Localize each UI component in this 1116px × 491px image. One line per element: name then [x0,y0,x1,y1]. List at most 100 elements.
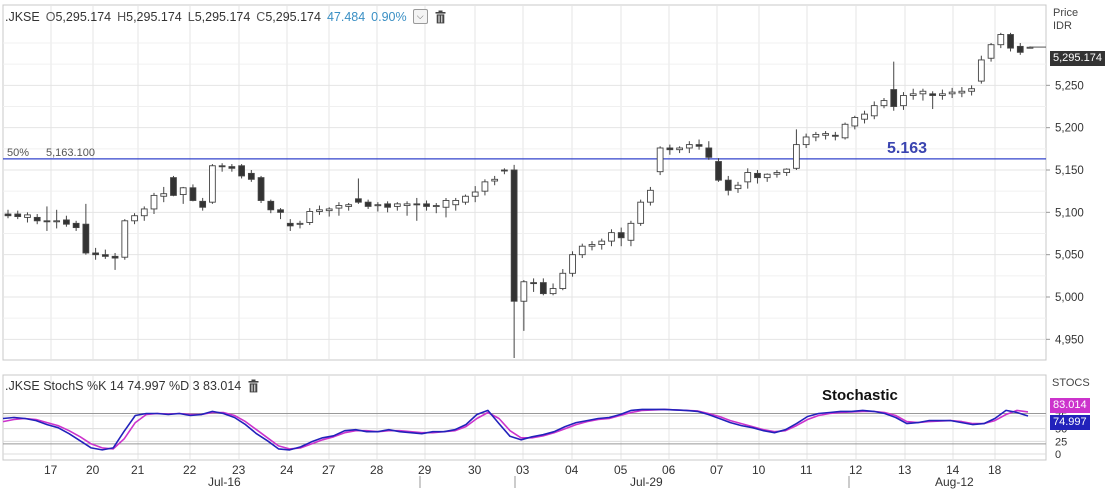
candle-body-up [335,205,343,209]
candle-body-up [131,215,138,222]
candle [841,122,849,140]
x-tick-label: 13 [898,463,912,477]
candle-body-up [24,214,31,218]
stoch-axis-label: 0 [1055,449,1061,461]
x-tick-label: 22 [183,463,197,477]
candle-body-up [939,93,946,96]
candle [238,164,245,179]
chevron-down-icon[interactable]: ⌵ [412,9,428,24]
x-tick-label: 03 [516,463,530,477]
candle-body-down [831,134,839,137]
close-label: C [256,9,266,24]
candle-body-down [501,169,508,172]
x-tick-label: 10 [752,463,766,477]
candle-body-up [345,204,353,207]
candle-body-down [617,232,625,239]
candle-body-up [209,165,216,203]
candle-body-up [919,90,927,95]
x-month-label: Aug-12 [935,475,974,489]
candle-body-up [637,201,645,224]
price-axis-label: 5,100 [1055,207,1084,219]
candle-body-up [452,200,460,206]
candle-body-up [802,136,810,146]
x-month-label: Jul-29 [630,475,663,489]
price-axis-label: 5,000 [1055,292,1084,304]
candle-body-up [627,222,635,241]
price-axis-label: 5,150 [1055,165,1084,177]
candle-body-down [724,179,732,191]
x-tick-label: 05 [614,463,628,477]
candle-body-up [997,34,1005,46]
x-tick-label: 07 [710,463,724,477]
stoch-header-label: .JKSE StochS %K 14 74.997 %D 3 83.014 [5,379,242,393]
candle-body-down [43,220,51,223]
stoch-title: Stochastic [822,387,898,404]
candle-body-down [228,166,236,169]
price-axis-unit: IDR [1053,20,1072,32]
x-month-label: Jul-16 [208,475,241,489]
price-header: .JKSE O5,295.174 H5,295.174 L5,295.174 C… [5,9,447,24]
candle-body-down [384,203,391,208]
candle-body-up [306,211,314,223]
candle [170,175,177,197]
candle-body-down [695,144,703,147]
fib-value-label: 5,163.100 [46,147,95,159]
candle [257,175,265,204]
candle-body-up [578,245,586,256]
last-price-tag: 5,295.174 [1050,51,1105,66]
trash-icon[interactable] [434,10,447,24]
candle-body-up [880,100,888,107]
d-value-tag: 83.014 [1050,398,1090,413]
candle-body-up [977,59,985,82]
candle-body-up [296,222,304,225]
candle-body-up [140,208,148,217]
candle-body-up [958,90,966,94]
candle-body-up [734,184,742,190]
candle-body-up [53,220,61,223]
candle-body-down [705,147,713,158]
candle-body-down [890,89,898,107]
candle-body-up [841,123,849,139]
candle-body-down [510,169,518,302]
x-tick-label: 18 [988,463,1002,477]
x-tick-label: 30 [468,463,482,477]
candle [569,251,576,277]
candle-body-up [812,133,820,138]
candle-body-up [374,204,382,207]
x-tick-label: 04 [565,463,579,477]
low-value: 5,295.174 [194,9,251,24]
candle-body-up [520,281,528,302]
candle [715,158,722,182]
symbol-label: .JKSE [5,9,40,24]
x-tick-label: 24 [280,463,294,477]
candle-body-down [189,187,197,201]
candle-body-up [150,194,158,210]
candle-body-down [4,213,12,217]
candle-body-down [929,93,937,96]
candle-body-up [491,178,499,182]
candle-body-up [685,144,693,149]
candle-body-down [247,172,255,180]
candle-body-up [656,147,664,173]
candle-body-up [851,117,859,127]
price-axis-label: 5,200 [1055,123,1084,135]
change-pct-value: 0.90% [371,9,407,24]
candle-body-up [870,105,878,117]
candle [977,55,985,84]
candle-body-down [666,147,674,151]
x-tick-label: 17 [44,463,58,477]
close-value: 5,295.174 [265,9,321,24]
candle-body-down [111,255,119,259]
trash-icon[interactable] [247,379,260,393]
x-tick-label: 11 [800,463,813,477]
candle [656,146,664,176]
fib-annotation: 5.163 [887,140,927,157]
x-tick-label: 27 [322,463,336,477]
candle-body-up [549,288,557,295]
high-value: 5,295.174 [126,9,182,24]
candle-body-down [82,223,90,254]
candle-body-down [63,219,70,225]
x-tick-label: 28 [370,463,384,477]
stoch-axis-title: STOCS [1052,377,1090,389]
candle-body-up [909,93,917,96]
